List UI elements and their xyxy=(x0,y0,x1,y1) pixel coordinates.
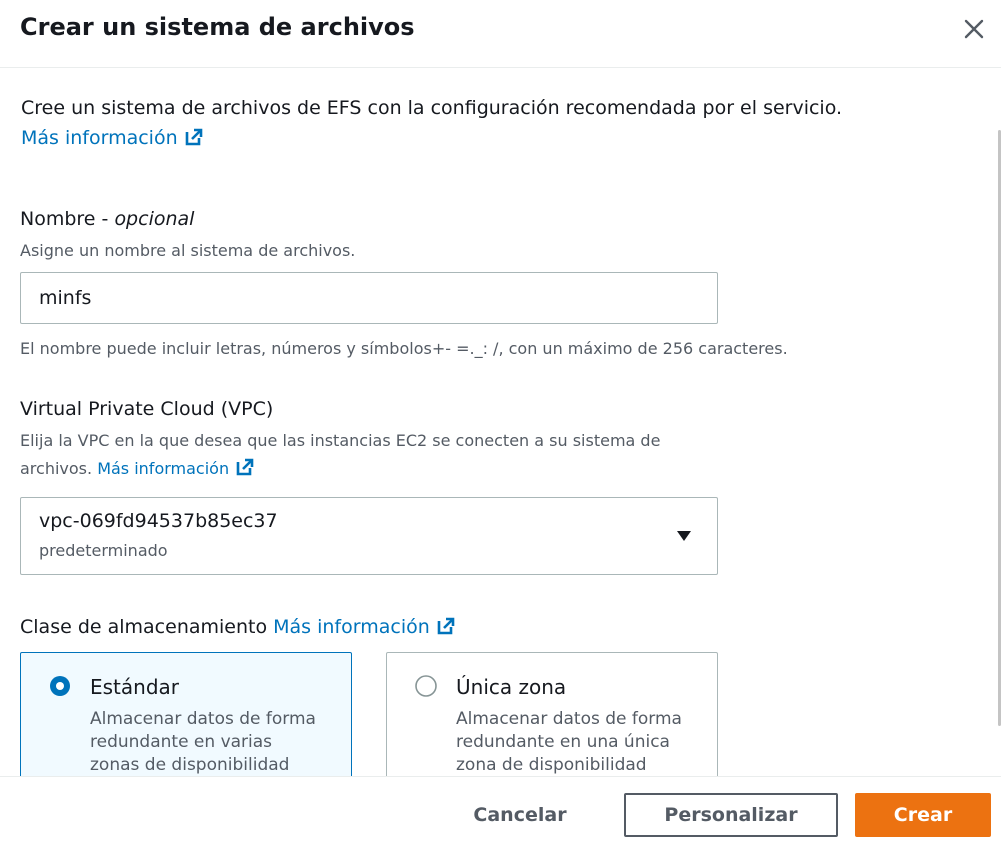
customize-button[interactable]: Personalizar xyxy=(624,793,838,837)
radio-selected-icon[interactable] xyxy=(49,675,71,697)
name-input[interactable]: minfs xyxy=(20,272,718,324)
close-icon xyxy=(964,19,984,39)
storage-learn-more-link[interactable]: Más información xyxy=(273,616,456,638)
learn-more-link[interactable]: Más información xyxy=(21,127,204,149)
create-file-system-modal: Crear un sistema de archivos Cree un sis… xyxy=(0,0,1001,846)
close-button[interactable] xyxy=(957,12,991,46)
storage-class-label-text: Clase de almacenamiento xyxy=(20,616,268,638)
learn-more-label: Más información xyxy=(21,127,178,149)
storage-option-description: Almacenar datos de forma redundante en v… xyxy=(90,709,316,775)
storage-learn-more-label: Más información xyxy=(273,616,430,638)
create-button[interactable]: Crear xyxy=(855,793,991,837)
storage-class-label: Clase de almacenamiento Más información xyxy=(20,614,456,640)
vpc-field-label: Virtual Private Cloud (VPC) xyxy=(20,398,274,420)
vpc-select[interactable]: vpc-069fd94537b85ec37 predeterminado xyxy=(20,497,718,575)
vpc-learn-more-label: Más información xyxy=(97,459,230,478)
intro-block: Cree un sistema de archivos de EFS con l… xyxy=(21,93,842,153)
cancel-button[interactable]: Cancelar xyxy=(428,793,612,837)
vpc-learn-more-link[interactable]: Más información xyxy=(97,458,255,478)
optional-tag: opcional xyxy=(114,208,195,230)
vpc-selected-sub: predeterminado xyxy=(39,541,168,560)
external-link-icon xyxy=(185,128,202,146)
vpc-selected-value: vpc-069fd94537b85ec37 xyxy=(39,510,278,532)
caret-down-icon xyxy=(677,531,691,541)
storage-option-description: Almacenar datos de forma redundante en u… xyxy=(456,709,682,775)
name-field-label: Nombre - opcional xyxy=(20,206,194,232)
vpc-description-line2: archivos. xyxy=(20,459,93,478)
modal-header: Crear un sistema de archivos xyxy=(0,0,1001,68)
storage-option-standard[interactable]: Estándar Almacenar datos de forma redund… xyxy=(20,652,352,792)
name-field-constraint: El nombre puede incluir letras, números … xyxy=(20,339,788,358)
modal-footer: Cancelar Personalizar Crear xyxy=(0,776,1001,846)
name-field-description: Asigne un nombre al sistema de archivos. xyxy=(20,241,356,260)
vpc-field-description: Elija la VPC en la que desea que las ins… xyxy=(20,428,660,481)
external-link-icon xyxy=(437,617,455,635)
intro-text: Cree un sistema de archivos de EFS con l… xyxy=(21,97,843,119)
radio-unselected-icon[interactable] xyxy=(415,675,437,697)
external-link-icon xyxy=(236,458,254,476)
vpc-description-line1: Elija la VPC en la que desea que las ins… xyxy=(20,431,661,450)
storage-option-title: Única zona xyxy=(456,675,567,699)
storage-option-title: Estándar xyxy=(90,675,180,699)
modal-title: Crear un sistema de archivos xyxy=(20,13,415,41)
name-label-text: Nombre - xyxy=(20,208,115,230)
storage-option-one-zone[interactable]: Única zona Almacenar datos de forma redu… xyxy=(386,652,718,792)
